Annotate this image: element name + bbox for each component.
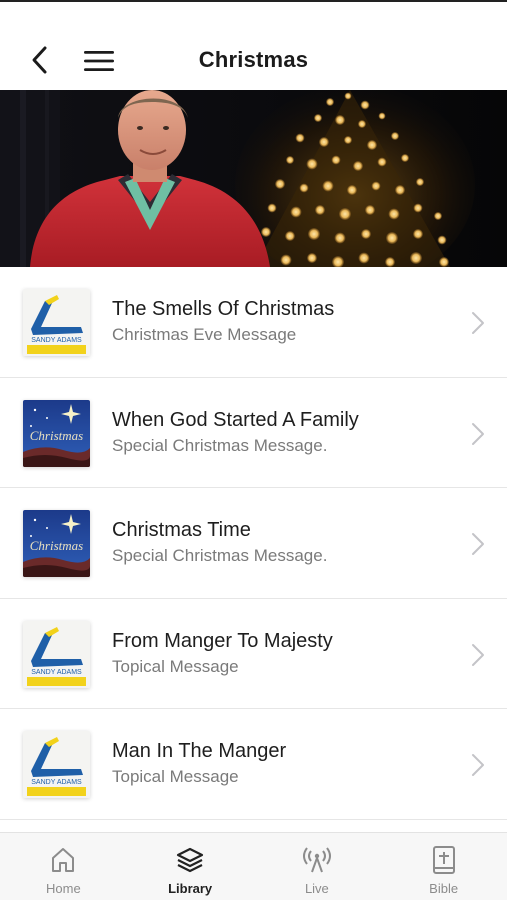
message-title: From Manger To Majesty — [112, 629, 333, 652]
thumb-logo-text: SANDY ADAMS — [31, 779, 82, 786]
list-item[interactable]: SANDY ADAMS From Manger To Majesty Topic… — [0, 599, 507, 709]
chevron-right-icon — [472, 312, 484, 334]
tab-live[interactable]: Live — [254, 833, 381, 900]
hero-image — [0, 90, 507, 267]
home-icon — [48, 845, 78, 875]
message-subtitle: Topical Message — [112, 656, 239, 676]
live-broadcast-icon — [302, 845, 332, 875]
tab-bible[interactable]: Bible — [380, 833, 507, 900]
message-title: When God Started A Family — [112, 408, 359, 431]
page-title: Christmas — [198, 47, 309, 72]
christmas-art-thumbnail: Christmas — [23, 399, 90, 467]
sandy-adams-logo-thumbnail: SANDY ADAMS — [23, 289, 90, 356]
chevron-right-icon — [472, 533, 484, 555]
sandy-adams-logo-thumbnail: SANDY ADAMS — [23, 620, 90, 688]
list-item[interactable]: Christmas When God Started A Family Spec… — [0, 378, 507, 488]
chevron-right-icon — [472, 422, 484, 445]
library-layers-icon — [175, 845, 205, 875]
bottom-tab-bar: Home Library Live Bible — [0, 832, 507, 900]
message-subtitle: Special Christmas Message. — [112, 546, 328, 565]
bible-icon — [429, 845, 459, 875]
message-subtitle: Topical Message — [112, 767, 239, 786]
hero-illustration — [0, 90, 507, 267]
christmas-art-thumbnail: Christmas — [23, 510, 90, 577]
thumb-logo-text: SANDY ADAMS — [31, 669, 82, 676]
tab-label: Library — [168, 881, 213, 896]
message-title: Christmas Time — [112, 519, 251, 541]
tab-home[interactable]: Home — [0, 833, 127, 900]
message-subtitle: Special Christmas Message. — [112, 435, 328, 455]
message-list: SANDY ADAMS The Smells Of Christmas Chri… — [0, 267, 507, 820]
screen: Christmas SANDY ADAMS The Smells Of Chri… — [0, 0, 507, 900]
list-item[interactable]: SANDY ADAMS The Smells Of Christmas Chri… — [0, 267, 507, 378]
message-title: The Smells Of Christmas — [112, 298, 335, 320]
thumb-art-text: Christmas — [30, 538, 83, 553]
thumb-logo-text: SANDY ADAMS — [31, 337, 82, 344]
tab-label: Home — [46, 881, 81, 896]
message-title: Man In The Manger — [112, 740, 287, 762]
thumb-art-text: Christmas — [30, 428, 83, 443]
top-header: Christmas — [0, 0, 507, 90]
tab-label: Live — [304, 881, 329, 896]
message-subtitle: Christmas Eve Message — [112, 325, 297, 344]
chevron-right-icon — [472, 754, 484, 776]
list-item[interactable]: Christmas Christmas Time Special Christm… — [0, 488, 507, 599]
tab-library[interactable]: Library — [127, 833, 254, 900]
list-item[interactable]: SANDY ADAMS Man In The Manger Topical Me… — [0, 709, 507, 820]
sandy-adams-logo-thumbnail: SANDY ADAMS — [23, 731, 90, 798]
chevron-right-icon — [472, 643, 484, 666]
tab-label: Bible — [429, 881, 459, 896]
